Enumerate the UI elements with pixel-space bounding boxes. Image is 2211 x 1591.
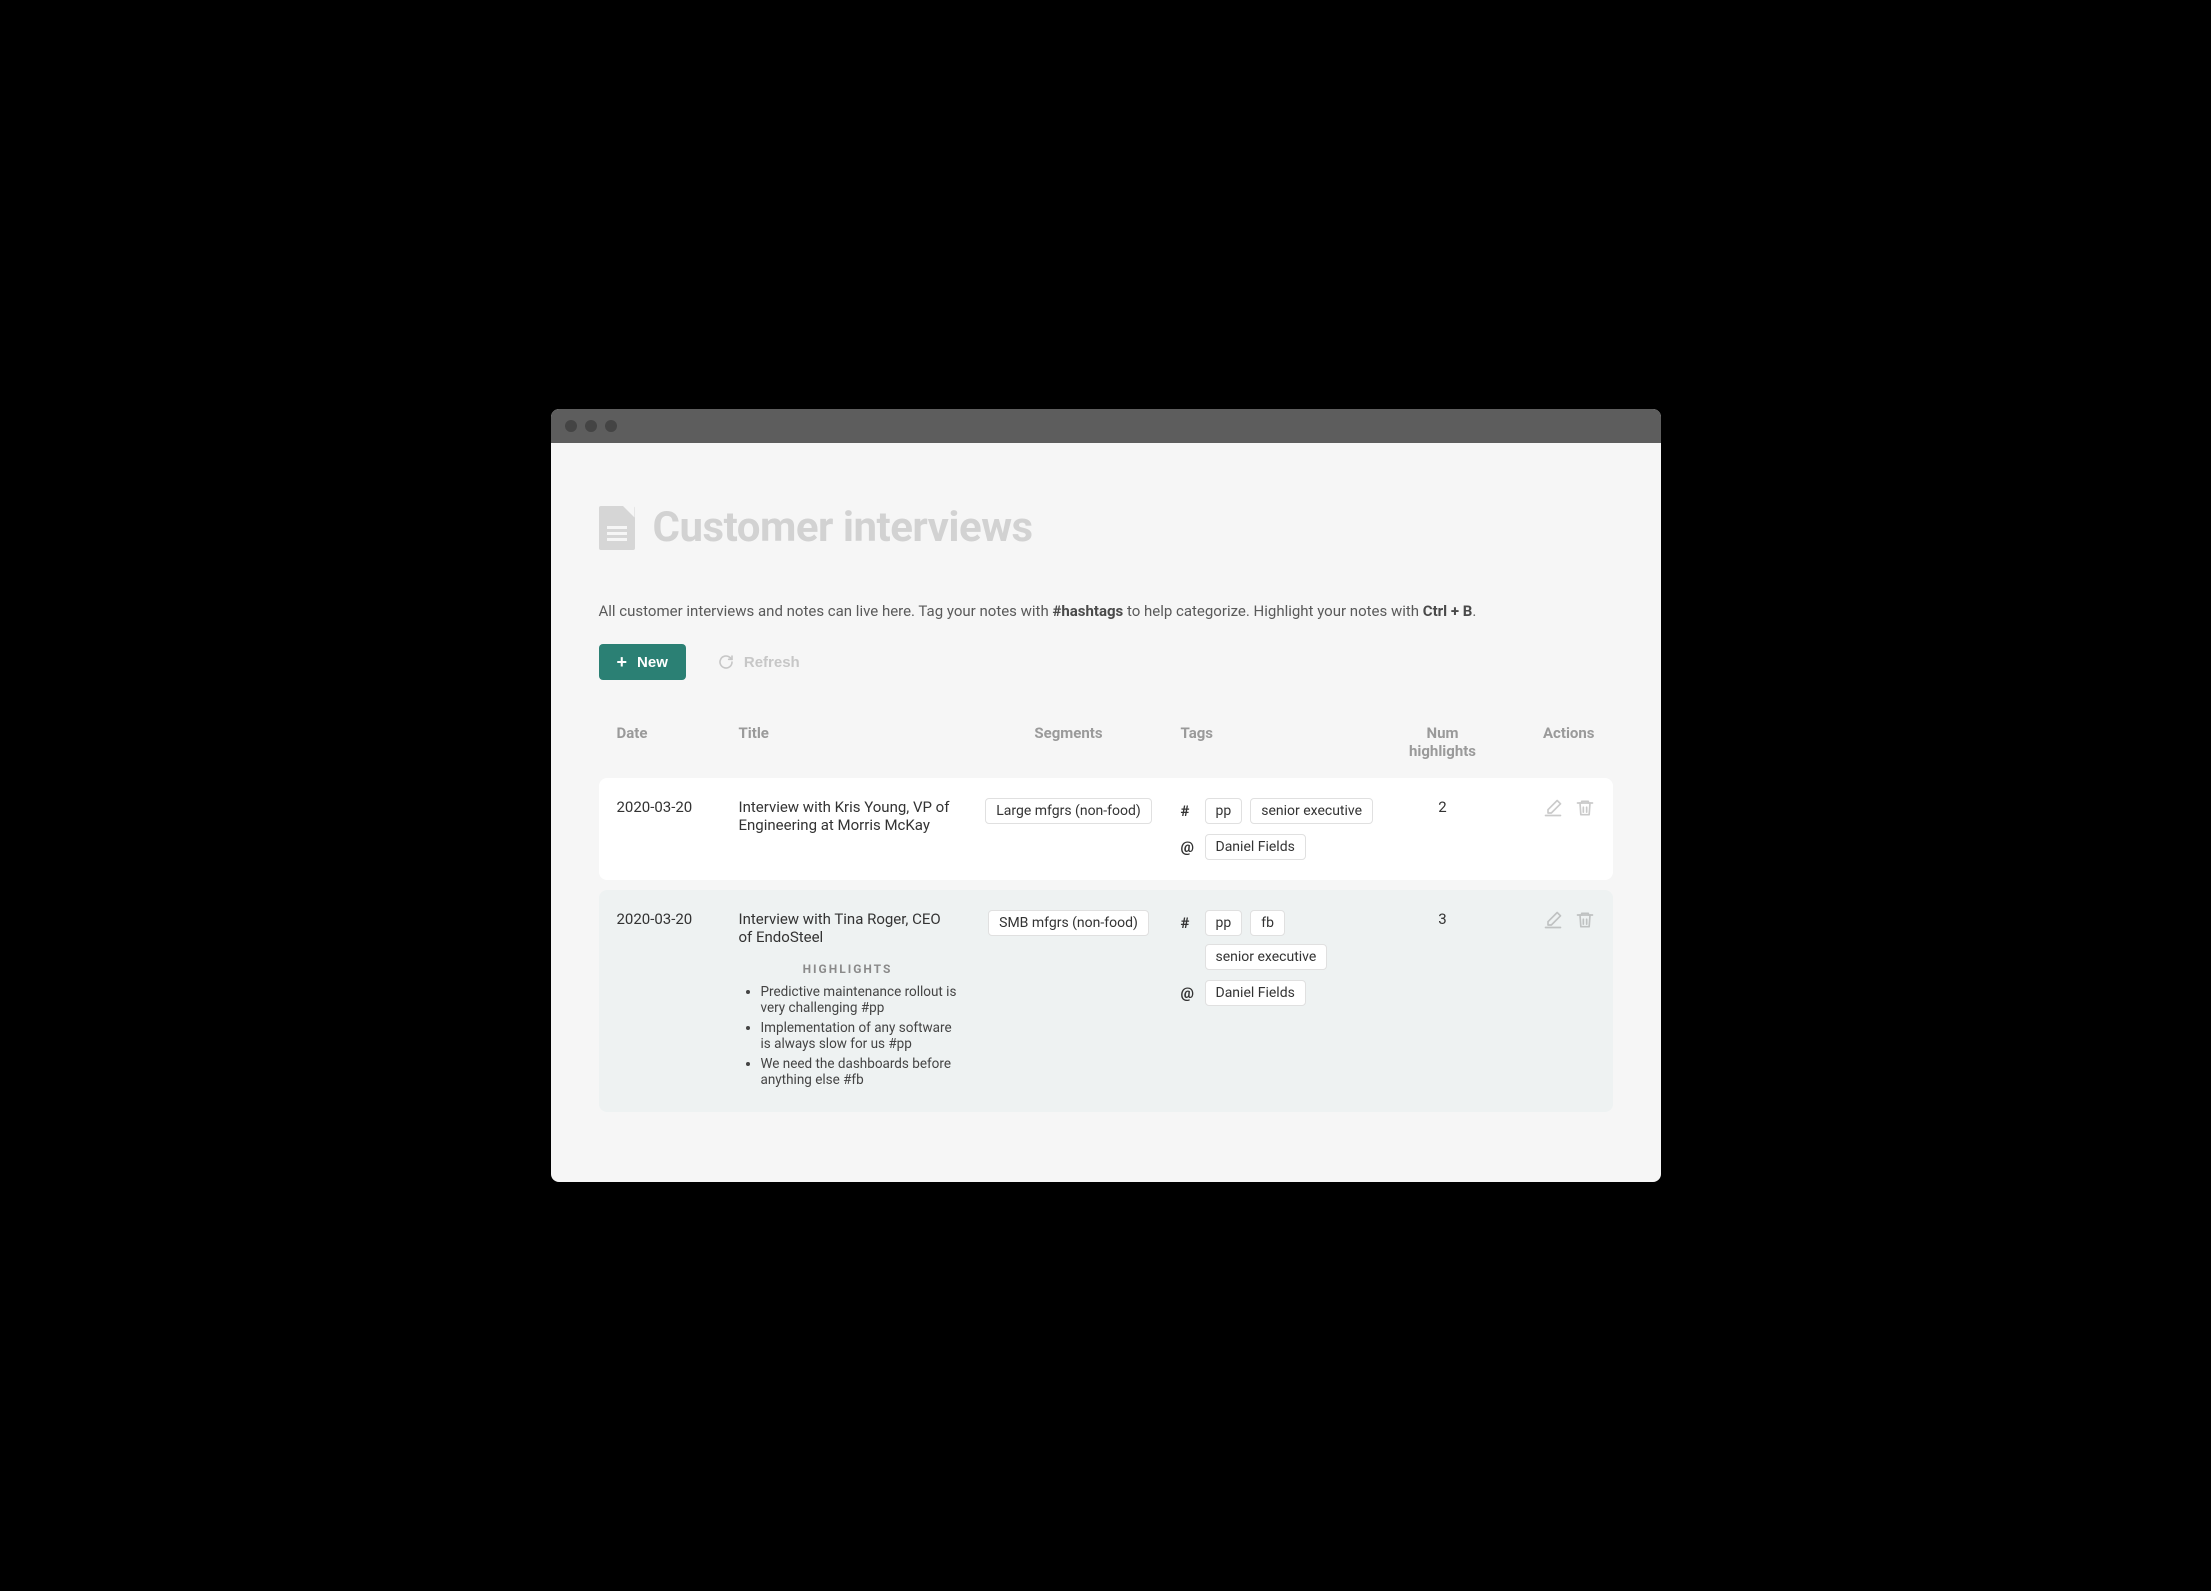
window-dot: [565, 420, 577, 432]
edit-icon[interactable]: [1543, 910, 1563, 930]
desc-text: to help categorize. Highlight your notes…: [1123, 602, 1423, 620]
hashtag-pill[interactable]: pp: [1205, 798, 1243, 824]
refresh-button[interactable]: Refresh: [718, 654, 800, 671]
hashtag-pill[interactable]: senior executive: [1205, 944, 1328, 970]
segment-pill[interactable]: Large mfgrs (non-food): [985, 798, 1152, 824]
hashtag-symbol: #: [1181, 910, 1195, 932]
col-title: Title: [739, 724, 957, 760]
page-description: All customer interviews and notes can li…: [599, 602, 1613, 620]
new-button-label: New: [637, 654, 668, 671]
interviews-table: Date Title Segments Tags Num highlights …: [599, 716, 1613, 1112]
highlight-item: Implementation of any software is always…: [761, 1020, 957, 1052]
page-header: Customer interviews: [599, 503, 1613, 552]
interview-title: Interview with Tina Roger, CEO of EndoSt…: [739, 910, 957, 946]
hashtag-symbol: #: [1181, 798, 1195, 820]
page-content: Customer interviews All customer intervi…: [551, 443, 1661, 1182]
table-row[interactable]: 2020-03-20 Interview with Tina Roger, CEO…: [599, 890, 1613, 1112]
window-dot: [585, 420, 597, 432]
cell-segments: SMB mfgrs (non-food): [969, 910, 1169, 936]
cell-title: Interview with Kris Young, VP of Enginee…: [739, 798, 957, 834]
trash-icon[interactable]: [1575, 798, 1595, 818]
highlights-heading: HIGHLIGHTS: [739, 962, 957, 976]
browser-window: Customer interviews All customer intervi…: [551, 409, 1661, 1182]
highlight-item: Predictive maintenance rollout is very c…: [761, 984, 957, 1016]
mention-symbol: @: [1181, 980, 1195, 1002]
cell-tags: # ppfb senior executive @ Daniel Fields: [1181, 910, 1381, 1006]
window-dot: [605, 420, 617, 432]
cell-num-highlights: 3: [1393, 910, 1493, 928]
highlights-list: Predictive maintenance rollout is very c…: [739, 984, 957, 1088]
highlight-item: We need the dashboards before anything e…: [761, 1056, 957, 1088]
interview-title: Interview with Kris Young, VP of Enginee…: [739, 798, 957, 834]
trash-icon[interactable]: [1575, 910, 1595, 930]
cell-actions: [1505, 910, 1595, 930]
mention-pill[interactable]: Daniel Fields: [1205, 980, 1306, 1006]
desc-text: .: [1472, 602, 1476, 620]
cell-date: 2020-03-20: [617, 910, 727, 928]
col-segments: Segments: [969, 724, 1169, 760]
edit-icon[interactable]: [1543, 798, 1563, 818]
desc-text: All customer interviews and notes can li…: [599, 602, 1053, 620]
cell-actions: [1505, 798, 1595, 818]
cell-num-highlights: 2: [1393, 798, 1493, 816]
cell-tags: # pp senior executive @ Daniel Fields: [1181, 798, 1381, 860]
cell-segments: Large mfgrs (non-food): [969, 798, 1169, 824]
segment-pill[interactable]: SMB mfgrs (non-food): [988, 910, 1149, 936]
col-date: Date: [617, 724, 727, 760]
toolbar: + New Refresh: [599, 644, 1613, 680]
desc-shortcut: Ctrl + B: [1423, 602, 1473, 620]
mention-symbol: @: [1181, 834, 1195, 856]
hashtag-pill[interactable]: pp: [1205, 910, 1243, 936]
hashtag-pill[interactable]: fb: [1250, 910, 1285, 936]
refresh-button-label: Refresh: [744, 654, 800, 671]
col-num-highlights: Num highlights: [1393, 724, 1493, 760]
document-icon: [599, 506, 635, 550]
mention-pill[interactable]: Daniel Fields: [1205, 834, 1306, 860]
hashtag-pill[interactable]: senior executive: [1250, 798, 1373, 824]
desc-hashtags: #hashtags: [1052, 602, 1123, 620]
table-header: Date Title Segments Tags Num highlights …: [599, 716, 1613, 778]
col-actions: Actions: [1505, 724, 1595, 760]
cell-date: 2020-03-20: [617, 798, 727, 816]
table-row[interactable]: 2020-03-20 Interview with Kris Young, VP …: [599, 778, 1613, 880]
new-button[interactable]: + New: [599, 644, 686, 680]
refresh-icon: [718, 654, 734, 670]
page-title: Customer interviews: [653, 503, 1033, 552]
plus-icon: +: [617, 653, 628, 671]
cell-title: Interview with Tina Roger, CEO of EndoSt…: [739, 910, 957, 1092]
titlebar: [551, 409, 1661, 443]
col-tags: Tags: [1181, 724, 1381, 760]
